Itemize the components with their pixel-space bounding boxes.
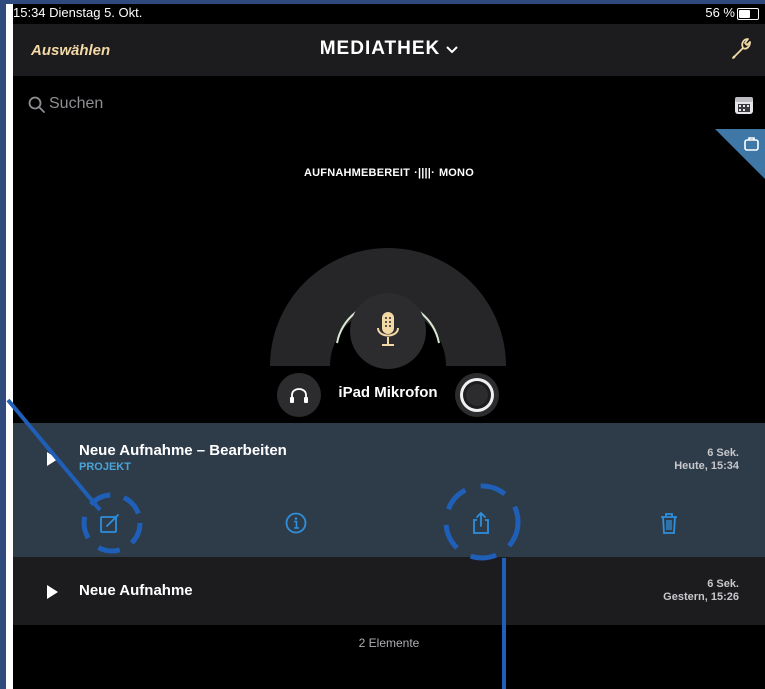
wrench-icon[interactable] (729, 36, 753, 62)
play-icon[interactable] (47, 585, 58, 599)
search-icon (28, 96, 46, 114)
status-mono: MONO (438, 167, 474, 179)
item-count: 2 Elemente (358, 636, 420, 650)
status-time-date: 15:34 Dienstag 5. Okt. (13, 5, 143, 20)
recording-title: Neue Aufnahme (79, 582, 193, 599)
recording-date: Heute, 15:34 (674, 460, 739, 472)
trash-icon[interactable] (656, 510, 682, 536)
edit-icon[interactable] (97, 510, 123, 536)
status-bar: 15:34 Dienstag 5. Okt. 56 % (13, 4, 765, 24)
monitoring-button[interactable] (277, 373, 321, 417)
briefcase-icon (743, 135, 761, 153)
battery-icon (737, 8, 759, 20)
recording-status: AUFNAHMEBEREIT ·||||· MONO (13, 167, 765, 179)
microphone-icon (377, 312, 399, 346)
share-icon[interactable] (468, 510, 494, 536)
status-ready: AUFNAHMEBEREIT (304, 167, 411, 179)
play-icon[interactable] (47, 452, 58, 466)
recording-meta: 6 Sek. Heute, 15:34 (674, 447, 739, 473)
ipad-screen: 15:34 Dienstag 5. Okt. 56 % Auswählen ME… (13, 4, 765, 689)
battery-percentage: 56 % (705, 5, 735, 20)
input-source-label[interactable]: iPad Mikrofon (328, 384, 448, 401)
record-button[interactable] (350, 293, 426, 369)
navigation-bar: Auswählen MEDIATHEK (13, 24, 765, 76)
calendar-icon[interactable] (733, 94, 755, 116)
recording-date: Gestern, 15:26 (663, 591, 739, 603)
input-gain-knob[interactable] (455, 373, 499, 417)
library-title[interactable]: MEDIATHEK (13, 38, 765, 60)
window-frame-left (0, 0, 6, 689)
chevron-down-icon (446, 38, 458, 60)
waveform-icon: ·||||· (414, 167, 435, 179)
recording-title: Neue Aufnahme – Bearbeiten (79, 442, 287, 459)
library-title-label: MEDIATHEK (319, 38, 441, 59)
recording-project-badge: PROJEKT (79, 461, 131, 473)
recording-row-1[interactable]: Neue Aufnahme – Bearbeiten PROJEKT 6 Sek… (13, 423, 765, 557)
recording-meta: 6 Sek. Gestern, 15:26 (663, 578, 739, 604)
search-input[interactable]: Suchen (49, 95, 103, 113)
info-icon[interactable] (283, 510, 309, 536)
knob-icon (460, 378, 494, 412)
recording-duration: 6 Sek. (707, 447, 739, 459)
search-bar: Suchen (13, 76, 765, 132)
recording-row-2[interactable]: Neue Aufnahme 6 Sek. Gestern, 15:26 (13, 557, 765, 625)
recording-duration: 6 Sek. (707, 578, 739, 590)
headphones-icon (290, 388, 308, 403)
